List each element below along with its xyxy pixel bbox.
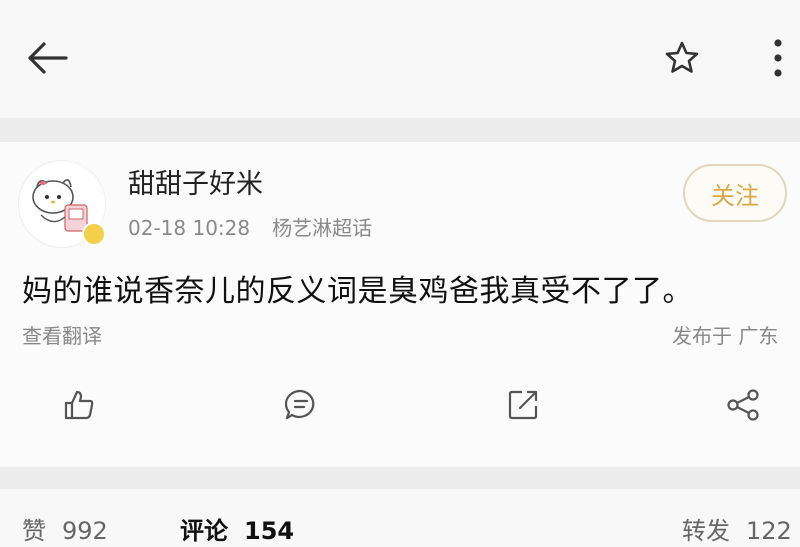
more-vertical-icon <box>773 38 783 78</box>
author-name[interactable]: 甜甜子好米 <box>128 162 263 201</box>
back-arrow-icon <box>24 40 70 76</box>
tab-likes[interactable]: 赞 992 <box>22 511 108 546</box>
post-date: 02-18 10:28 <box>128 216 251 240</box>
star-icon <box>664 40 700 76</box>
tab-comments[interactable]: 评论 154 <box>180 511 294 546</box>
post-meta: 02-18 10:28 杨艺淋超话 <box>128 212 372 241</box>
repost-icon <box>506 388 540 422</box>
reposts-label: 转发 <box>682 517 730 545</box>
repost-button[interactable] <box>496 378 550 432</box>
likes-count: 992 <box>62 517 108 545</box>
comments-count: 154 <box>244 517 295 545</box>
comment-icon <box>284 388 318 422</box>
favorite-button[interactable] <box>656 32 708 84</box>
engagement-tabs: 赞 992 评论 154 转发 122 <box>0 489 800 547</box>
likes-label: 赞 <box>22 517 46 545</box>
like-button[interactable] <box>52 378 106 432</box>
divider <box>0 467 800 489</box>
action-bar <box>0 378 800 432</box>
thumbs-up-icon <box>62 388 96 422</box>
reposts-count: 122 <box>746 517 792 545</box>
follow-button[interactable]: 关注 <box>683 164 787 222</box>
back-button[interactable] <box>20 34 74 82</box>
translate-link[interactable]: 查看翻译 <box>22 320 102 349</box>
share-button[interactable] <box>716 378 770 432</box>
topic-link[interactable]: 杨艺淋超话 <box>272 216 372 240</box>
share-icon <box>725 388 761 422</box>
post-content: 妈的谁说香奈儿的反义词是臭鸡爸我真受不了了。 <box>22 274 693 309</box>
comment-button[interactable] <box>274 378 328 432</box>
top-bar <box>0 0 800 118</box>
divider <box>0 118 800 142</box>
tab-reposts[interactable]: 转发 122 <box>682 511 792 546</box>
verified-badge <box>82 222 106 246</box>
post-location: 发布于 广东 <box>672 324 779 348</box>
comments-label: 评论 <box>180 517 228 545</box>
post-detail-screen: 甜甜子好米 02-18 10:28 杨艺淋超话 关注 妈的谁说香奈儿的反义词是臭鸡… <box>0 0 800 547</box>
post-card: 甜甜子好米 02-18 10:28 杨艺淋超话 关注 妈的谁说香奈儿的反义词是臭鸡… <box>0 142 800 467</box>
more-options-button[interactable] <box>760 32 796 84</box>
